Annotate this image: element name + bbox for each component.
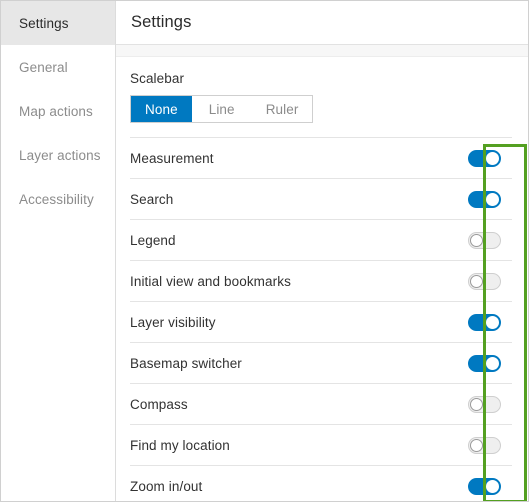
sidebar: Settings General Map actions Layer actions A… xyxy=(1,1,116,501)
scalebar-segmented-control[interactable]: None Line Ruler xyxy=(130,95,314,123)
scalebar-option-none[interactable]: None xyxy=(131,96,192,122)
settings-row-initial-view-and-bookmarks: Initial view and bookmarks xyxy=(130,261,512,302)
sidebar-item-label: Accessibility xyxy=(19,191,94,207)
settings-row-list: Measurement Search Legend Initial view and … xyxy=(130,137,512,501)
toggle-layer-visibility[interactable] xyxy=(468,313,501,331)
toggle-knob-icon xyxy=(486,151,499,165)
settings-row-layer-visibility: Layer visibility xyxy=(130,302,512,343)
settings-row-measurement: Measurement xyxy=(130,138,512,179)
settings-row-legend: Legend xyxy=(130,220,512,261)
toggle-legend[interactable] xyxy=(468,231,501,249)
content-area: Settings Scalebar None Line Ruler Measurem… xyxy=(116,1,528,501)
settings-row-zoom-in-out: Zoom in/out xyxy=(130,466,512,501)
settings-row-label: Zoom in/out xyxy=(130,478,203,494)
toggle-initial-view-and-bookmarks[interactable] xyxy=(468,272,501,290)
settings-row-label: Legend xyxy=(130,232,176,248)
scalebar-option-label: Ruler xyxy=(265,101,299,117)
sidebar-item-label: Layer actions xyxy=(19,147,101,163)
sidebar-item-label: Settings xyxy=(19,15,69,31)
settings-row-compass: Compass xyxy=(130,384,512,425)
toggle-search[interactable] xyxy=(468,190,501,208)
scalebar-option-label: Line xyxy=(208,101,235,117)
toggle-zoom-in-out[interactable] xyxy=(468,477,501,495)
toggle-knob-icon xyxy=(486,479,499,493)
settings-row-basemap-switcher: Basemap switcher xyxy=(130,343,512,384)
toggle-knob-icon xyxy=(486,192,499,206)
sidebar-item-settings[interactable]: Settings xyxy=(1,1,115,45)
settings-row-label: Measurement xyxy=(130,150,214,166)
scalebar-option-ruler[interactable]: Ruler xyxy=(251,96,313,122)
sidebar-item-label: General xyxy=(19,59,68,75)
settings-row-search: Search xyxy=(130,179,512,220)
sidebar-item-map-actions[interactable]: Map actions xyxy=(1,89,115,133)
toggle-find-my-location[interactable] xyxy=(468,436,501,454)
toggle-measurement[interactable] xyxy=(468,149,501,167)
scalebar-option-line[interactable]: Line xyxy=(191,96,252,122)
settings-row-label: Find my location xyxy=(130,437,230,453)
toggle-knob-icon xyxy=(470,233,483,247)
settings-row-label: Compass xyxy=(130,396,188,412)
scalebar-label: Scalebar xyxy=(130,71,185,86)
toggle-knob-icon xyxy=(470,438,483,452)
toggle-knob-icon xyxy=(470,397,483,411)
toggle-basemap-switcher[interactable] xyxy=(468,354,501,372)
settings-row-label: Search xyxy=(130,191,174,207)
settings-row-label: Layer visibility xyxy=(130,314,216,330)
toggle-knob-icon xyxy=(486,315,499,329)
content-header: Settings xyxy=(116,1,528,45)
settings-body: Scalebar None Line Ruler Measurement Search… xyxy=(116,57,528,501)
sidebar-item-general[interactable]: General xyxy=(1,45,115,89)
sidebar-item-label: Map actions xyxy=(19,103,93,119)
page-title: Settings xyxy=(131,13,192,31)
scalebar-option-label: None xyxy=(145,101,178,117)
settings-row-label: Basemap switcher xyxy=(130,355,242,371)
toggle-knob-icon xyxy=(470,274,483,288)
sidebar-item-accessibility[interactable]: Accessibility xyxy=(1,177,115,221)
toolbar-strip xyxy=(116,45,528,57)
settings-panel: Settings General Map actions Layer actions A… xyxy=(0,0,529,502)
sidebar-item-layer-actions[interactable]: Layer actions xyxy=(1,133,115,177)
toggle-knob-icon xyxy=(486,356,499,370)
toggle-compass[interactable] xyxy=(468,395,501,413)
settings-row-label: Initial view and bookmarks xyxy=(130,273,291,289)
settings-row-find-my-location: Find my location xyxy=(130,425,512,466)
